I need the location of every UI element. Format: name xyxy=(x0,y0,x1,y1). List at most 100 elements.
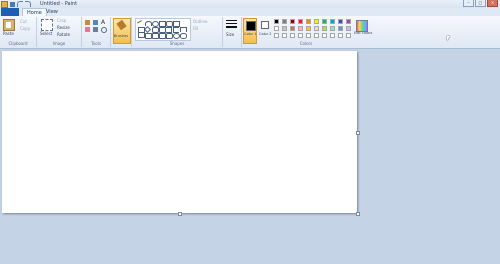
eraser-icon[interactable] xyxy=(85,27,90,32)
palette-swatch[interactable] xyxy=(338,33,343,38)
colors-label: Colors xyxy=(299,41,313,46)
mouse-cursor-icon xyxy=(447,36,450,41)
line-shape-icon[interactable] xyxy=(137,20,144,27)
palette-swatch[interactable] xyxy=(274,26,279,31)
diamond-shape-icon[interactable] xyxy=(143,25,152,34)
colors-group: Color 1 Color 2 Edit colors Colors xyxy=(242,17,372,47)
workspace xyxy=(0,49,500,264)
palette-swatch[interactable] xyxy=(314,33,319,38)
palette-swatch[interactable] xyxy=(290,33,295,38)
copy-button[interactable]: Copy xyxy=(20,26,30,31)
quick-access-toolbar xyxy=(1,0,31,8)
palette-swatch[interactable] xyxy=(330,33,335,38)
brushes-label: Brushes xyxy=(114,34,129,38)
palette-swatch[interactable] xyxy=(346,26,351,31)
select-button[interactable]: Select xyxy=(40,31,52,36)
crop-button[interactable]: Crop xyxy=(57,18,66,23)
file-menu-button[interactable] xyxy=(1,8,19,16)
color-picker-icon[interactable] xyxy=(93,27,98,32)
close-button[interactable]: ✕ xyxy=(487,0,498,7)
palette-swatch[interactable] xyxy=(282,26,287,31)
tools-group: A Tools xyxy=(82,17,111,47)
drawing-canvas[interactable] xyxy=(2,51,357,213)
palette-swatch[interactable] xyxy=(330,19,335,24)
cloud-callout-shape-icon[interactable] xyxy=(180,33,187,39)
canvas-resize-handle-corner[interactable] xyxy=(356,212,360,216)
palette-swatch[interactable] xyxy=(338,26,343,31)
ribbon-tabs: Home View xyxy=(0,8,500,16)
palette-swatch[interactable] xyxy=(314,26,319,31)
triangle-shape-icon[interactable] xyxy=(180,21,186,25)
outline-button[interactable]: Outline xyxy=(193,19,207,24)
color1-swatch xyxy=(246,21,256,31)
brush-icon xyxy=(116,19,127,31)
size-button[interactable]: Size xyxy=(226,32,234,37)
six-point-star-shape-icon[interactable] xyxy=(159,33,166,39)
window-controls: – □ ✕ xyxy=(463,0,498,7)
four-point-star-shape-icon[interactable] xyxy=(145,33,152,39)
palette-swatch[interactable] xyxy=(298,26,303,31)
shapes-label: Shapes xyxy=(169,41,185,46)
palette-swatch[interactable] xyxy=(322,26,327,31)
five-point-star-shape-icon[interactable] xyxy=(152,33,159,39)
palette-swatch[interactable] xyxy=(298,33,303,38)
minimize-button[interactable]: – xyxy=(463,0,474,7)
curve-shape-icon[interactable] xyxy=(145,21,152,26)
palette-swatch[interactable] xyxy=(274,19,279,24)
undo-icon[interactable] xyxy=(17,1,23,7)
palette-swatch[interactable] xyxy=(282,19,287,24)
paint-app-icon[interactable] xyxy=(1,0,8,8)
palette-swatch[interactable] xyxy=(282,33,287,38)
tools-label: Tools xyxy=(91,41,101,46)
edit-colors-button[interactable]: Edit colors xyxy=(354,18,372,42)
palette-swatch[interactable] xyxy=(274,33,279,38)
redo-icon[interactable] xyxy=(25,1,31,7)
oval-callout-shape-icon[interactable] xyxy=(173,33,180,39)
cut-button[interactable]: Cut xyxy=(20,19,27,24)
canvas-resize-handle-right[interactable] xyxy=(356,131,360,135)
text-icon[interactable]: A xyxy=(101,19,106,26)
palette-swatch[interactable] xyxy=(290,26,295,31)
palette-swatch[interactable] xyxy=(322,19,327,24)
clipboard-group: Paste Cut Copy Clipboard xyxy=(0,17,37,47)
down-arrow-shape-icon[interactable] xyxy=(138,33,145,38)
paste-button[interactable]: Paste xyxy=(3,31,14,36)
palette-swatch[interactable] xyxy=(338,19,343,24)
shapes-group: Outline Fill Shapes xyxy=(132,17,223,47)
magnifier-icon[interactable] xyxy=(101,27,107,33)
brushes-button[interactable]: Brushes xyxy=(113,18,131,44)
rounded-callout-shape-icon[interactable] xyxy=(166,33,173,39)
clipboard-label: Clipboard xyxy=(8,41,28,46)
palette-swatch[interactable] xyxy=(330,26,335,31)
palette-swatch[interactable] xyxy=(298,19,303,24)
fill-button[interactable]: Fill xyxy=(193,26,198,31)
fill-bucket-icon[interactable] xyxy=(93,20,98,25)
palette-swatch[interactable] xyxy=(306,26,311,31)
palette-swatch[interactable] xyxy=(306,33,311,38)
maximize-button[interactable]: □ xyxy=(475,0,486,7)
palette-swatch[interactable] xyxy=(314,19,319,24)
rotate-button[interactable]: Rotate xyxy=(57,32,70,37)
color2-swatch xyxy=(261,21,269,29)
select-icon[interactable] xyxy=(41,19,53,31)
palette-swatch[interactable] xyxy=(290,19,295,24)
size-group: Size xyxy=(223,17,242,47)
edit-colors-label: Edit colors xyxy=(354,31,373,35)
pencil-icon[interactable] xyxy=(85,20,90,25)
size-icon[interactable] xyxy=(226,20,237,30)
palette-swatch[interactable] xyxy=(306,19,311,24)
canvas-resize-handle-bottom[interactable] xyxy=(178,212,182,216)
palette-swatch[interactable] xyxy=(346,33,351,38)
image-group: Select Crop Resize Rotate Image xyxy=(37,17,82,47)
paste-icon[interactable] xyxy=(3,19,15,31)
save-icon[interactable] xyxy=(10,1,15,7)
tab-view[interactable]: View xyxy=(42,8,62,16)
up-arrow-shape-icon[interactable] xyxy=(180,27,187,32)
brushes-group: Brushes xyxy=(111,17,132,47)
shapes-gallery[interactable] xyxy=(135,18,191,41)
resize-button[interactable]: Resize xyxy=(57,25,70,30)
palette-swatch[interactable] xyxy=(346,19,351,24)
image-label: Image xyxy=(52,41,66,46)
window-title: Untitled - Paint xyxy=(40,1,78,7)
palette-swatch[interactable] xyxy=(322,33,327,38)
